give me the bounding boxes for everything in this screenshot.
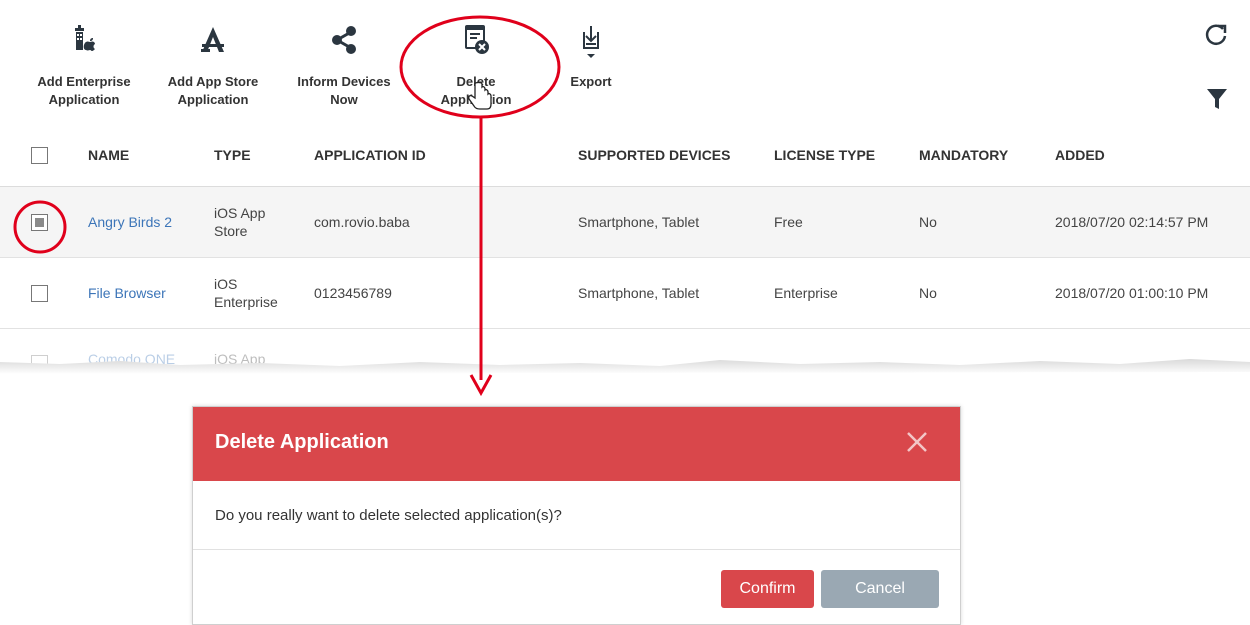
header-type[interactable]: TYPE	[214, 147, 251, 163]
torn-edge-divider	[0, 359, 1250, 390]
applications-table: NAME TYPE APPLICATION ID SUPPORTED DEVIC…	[0, 125, 1250, 379]
row-checkbox[interactable]	[31, 285, 48, 302]
toolbar: Add Enterprise Application Add App Store…	[0, 0, 1250, 125]
export-button[interactable]: Export	[565, 20, 617, 91]
dialog-footer: Confirm Cancel	[193, 550, 960, 625]
table-header: NAME TYPE APPLICATION ID SUPPORTED DEVIC…	[0, 125, 1250, 187]
header-name[interactable]: NAME	[88, 147, 129, 163]
app-license-type: Free	[774, 214, 803, 230]
app-store-icon	[160, 20, 266, 58]
header-supported-devices[interactable]: SUPPORTED DEVICES	[578, 147, 730, 163]
app-type: iOS App Store	[214, 205, 266, 239]
app-supported-devices: Smartphone, Tablet	[578, 285, 700, 301]
export-icon	[565, 20, 617, 58]
dialog-body: Do you really want to delete selected ap…	[193, 481, 960, 550]
dialog-message: Do you really want to delete selected ap…	[215, 507, 562, 524]
app-added: 2018/07/20 02:14:57 PM	[1055, 214, 1209, 230]
app-id: com.rovio.baba	[314, 214, 410, 230]
inform-devices-now-label: Inform Devices Now	[297, 74, 391, 107]
row-checkbox[interactable]	[31, 214, 48, 231]
cancel-button[interactable]: Cancel	[821, 570, 939, 608]
dialog-header: Delete Application	[193, 407, 960, 481]
add-enterprise-application-label: Add Enterprise Application	[37, 74, 131, 107]
app-supported-devices: Smartphone, Tablet	[578, 214, 700, 230]
dialog-title: Delete Application	[215, 431, 389, 453]
inform-devices-now-button[interactable]: Inform Devices Now	[290, 20, 398, 109]
share-icon	[290, 20, 398, 58]
app-mandatory: No	[919, 285, 937, 301]
header-mandatory[interactable]: MANDATORY	[919, 147, 1008, 163]
header-license-type[interactable]: LICENSE TYPE	[774, 147, 875, 163]
delete-application-button[interactable]: Delete Application	[430, 20, 522, 109]
add-app-store-application-label: Add App Store Application	[167, 74, 259, 107]
delete-application-label: Delete Application	[440, 74, 512, 107]
header-added[interactable]: ADDED	[1055, 147, 1105, 163]
app-name-link[interactable]: Angry Birds 2	[88, 213, 172, 231]
app-license-type: Enterprise	[774, 285, 838, 301]
add-enterprise-application-button[interactable]: Add Enterprise Application	[28, 20, 140, 109]
header-application-id[interactable]: APPLICATION ID	[314, 147, 426, 163]
app-name-link[interactable]: File Browser	[88, 284, 166, 302]
delete-app-icon	[430, 20, 522, 58]
table-row[interactable]: File Browser iOS Enterprise 0123456789 S…	[0, 258, 1250, 329]
export-label: Export	[570, 74, 612, 89]
app-mandatory: No	[919, 214, 937, 230]
select-all-checkbox[interactable]	[31, 147, 48, 164]
add-app-store-application-button[interactable]: Add App Store Application	[160, 20, 266, 109]
enterprise-app-icon	[28, 20, 140, 58]
app-added: 2018/07/20 01:00:10 PM	[1055, 285, 1209, 301]
filter-icon[interactable]	[1205, 86, 1229, 117]
app-type: iOS Enterprise	[214, 276, 278, 310]
refresh-icon[interactable]	[1203, 22, 1229, 53]
confirm-button[interactable]: Confirm	[721, 570, 814, 608]
app-id: 0123456789	[314, 285, 392, 301]
close-icon[interactable]	[904, 429, 930, 455]
delete-application-dialog: Delete Application Do you really want to…	[192, 406, 961, 625]
table-row[interactable]: Angry Birds 2 iOS App Store com.rovio.ba…	[0, 187, 1250, 258]
